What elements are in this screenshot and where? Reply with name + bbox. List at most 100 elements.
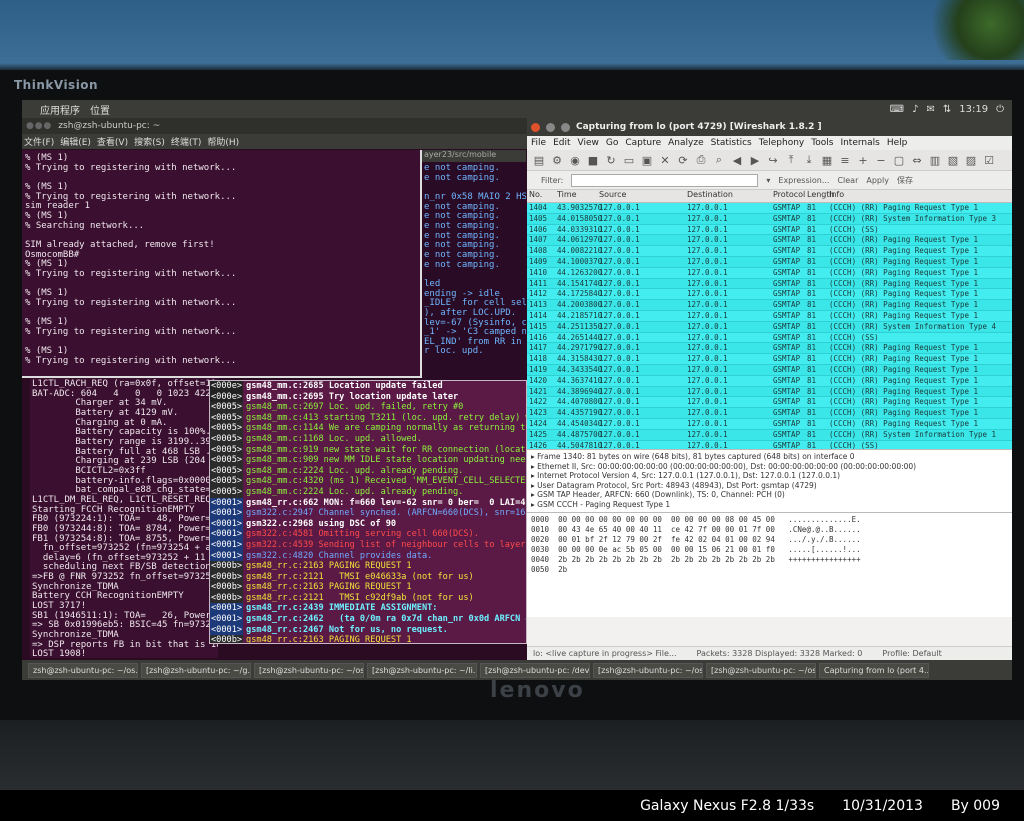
- packet-row[interactable]: 1409 44.1000370 127.0.0.1 127.0.0.1 GSMTAP 81…: [527, 257, 1012, 268]
- packet-row[interactable]: 1422 44.4070800 127.0.0.1 127.0.0.1 GSMTAP 81…: [527, 397, 1012, 409]
- taskbar-window-button[interactable]: [zsh@zsh-ubuntu-pc: /dev]: [480, 662, 590, 678]
- reload-icon[interactable]: ⟳: [677, 154, 689, 167]
- stop-capture-icon[interactable]: ■: [587, 154, 599, 167]
- volume-icon[interactable]: ♪: [912, 104, 918, 115]
- taskbar-window-button[interactable]: Capturing from lo (port 4...: [819, 662, 929, 678]
- network-icon[interactable]: ⇅: [943, 104, 951, 115]
- packet-row[interactable]: 1404 43.9032570 127.0.0.1 127.0.0.1 GSMTAP 81…: [527, 203, 1012, 214]
- terminal-pane-gsm-log[interactable]: <000e> gsm48_mm.c:2685 Location update fa…: [209, 380, 527, 644]
- terminal-pane-mobile-vty[interactable]: % (MS 1) % Trying to registering with ne…: [22, 150, 422, 378]
- first-packet-icon[interactable]: ⤒: [785, 153, 797, 167]
- print-icon[interactable]: ⎙: [695, 153, 707, 167]
- mail-icon[interactable]: ✉: [926, 104, 934, 115]
- forward-icon[interactable]: ▶: [749, 154, 761, 167]
- packet-row[interactable]: 1426 44.5047810 127.0.0.1 127.0.0.1 GSMTAP 81…: [527, 440, 1012, 449]
- wireshark-menu-item[interactable]: View: [578, 138, 599, 148]
- packet-row[interactable]: 1421 44.3896940 127.0.0.1 127.0.0.1 GSMTAP 81…: [527, 387, 1012, 398]
- terminal-pane-mobile-log[interactable]: ayer23/src/mobile e not camping. e not c…: [422, 150, 526, 390]
- coloring-rules-icon[interactable]: ▨: [965, 154, 977, 167]
- packet-row[interactable]: 1416 44.2651440 127.0.0.1 127.0.0.1 GSMTAP 81…: [527, 332, 1012, 344]
- detail-tree-item[interactable]: ▸ Ethernet II, Src: 00:00:00:00:00:00 (0…: [531, 462, 1008, 472]
- packet-row[interactable]: 1413 44.2003800 127.0.0.1 127.0.0.1 GSMTAP 81…: [527, 300, 1012, 311]
- window-controls-icon[interactable]: ● ● ●: [26, 121, 51, 131]
- packet-row[interactable]: 1418 44.3158430 127.0.0.1 127.0.0.1 GSMTAP 81…: [527, 354, 1012, 365]
- wireshark-menu-item[interactable]: Capture: [625, 138, 661, 148]
- packet-row[interactable]: 1423 44.4357190 127.0.0.1 127.0.0.1 GSMTAP 81…: [527, 408, 1012, 419]
- wireshark-menu-item[interactable]: Go: [606, 138, 618, 148]
- status-profile[interactable]: Profile: Default: [882, 649, 941, 658]
- save-filter-button[interactable]: 保存: [897, 175, 913, 186]
- detail-tree-item[interactable]: ▸ Internet Protocol Version 4, Src: 127.…: [531, 471, 1008, 481]
- start-capture-icon[interactable]: ◉: [569, 154, 581, 167]
- expression-button[interactable]: Expression...: [778, 176, 829, 185]
- column-destination[interactable]: Destination: [687, 190, 773, 202]
- wireshark-menu-item[interactable]: Telephony: [759, 138, 805, 148]
- resize-columns-icon[interactable]: ⇔: [911, 154, 923, 167]
- taskbar-window-button[interactable]: [zsh@zsh-ubuntu-pc: ~/os...: [254, 662, 364, 678]
- display-filters-icon[interactable]: ▧: [947, 154, 959, 167]
- terminal-pane-layer1[interactable]: L1CTL_RACH_REQ (ra=0x0f, offset=116 BAT-…: [30, 378, 218, 658]
- detail-tree-item[interactable]: ▸ GSM CCCH - Paging Request Type 1: [531, 500, 1008, 510]
- detail-tree-item[interactable]: ▸ GSM TAP Header, ARFCN: 660 (Downlink),…: [531, 490, 1008, 500]
- minimize-icon[interactable]: [546, 122, 555, 132]
- terminal-titlebar[interactable]: ● ● ● zsh@zsh-ubuntu-pc: ~: [22, 118, 527, 134]
- column-time[interactable]: Time: [557, 190, 599, 202]
- preferences-icon[interactable]: ☑: [983, 154, 995, 167]
- clock[interactable]: 13:19: [959, 104, 988, 115]
- wireshark-titlebar[interactable]: Capturing from lo (port 4729) [Wireshark…: [527, 118, 1012, 136]
- terminal-menu-item[interactable]: 编辑(E): [60, 135, 91, 148]
- last-packet-icon[interactable]: ⤓: [803, 153, 815, 167]
- normal-size-icon[interactable]: ▢: [893, 154, 905, 167]
- goto-icon[interactable]: ↪: [767, 154, 779, 167]
- packet-row[interactable]: 1407 44.0612970 127.0.0.1 127.0.0.1 GSMTAP 81…: [527, 235, 1012, 247]
- column-protocol[interactable]: Protocol: [773, 190, 807, 202]
- packet-list[interactable]: 1404 43.9032570 127.0.0.1 127.0.0.1 GSMTAP 81…: [527, 203, 1012, 449]
- terminal-menu-item[interactable]: 查看(V): [97, 135, 128, 148]
- packet-row[interactable]: 1412 44.1725840 127.0.0.1 127.0.0.1 GSMTAP 81…: [527, 289, 1012, 301]
- capture-filters-icon[interactable]: ▥: [929, 154, 941, 167]
- terminal-menu-item[interactable]: 搜索(S): [134, 135, 165, 148]
- options-icon[interactable]: ⚙: [551, 154, 563, 167]
- packet-row[interactable]: 1406 44.0339310 127.0.0.1 127.0.0.1 GSMTAP 81…: [527, 224, 1012, 236]
- packet-row[interactable]: 1405 44.0158050 127.0.0.1 127.0.0.1 GSMTAP 81…: [527, 214, 1012, 225]
- back-icon[interactable]: ◀: [731, 154, 743, 167]
- taskbar-window-button[interactable]: [zsh@zsh-ubuntu-pc: ~/li...: [367, 662, 477, 678]
- detail-tree-item[interactable]: ▸ User Datagram Protocol, Src Port: 4894…: [531, 481, 1008, 491]
- packet-bytes[interactable]: 0000 00 00 00 00 00 00 00 00 00 00 00 00…: [527, 513, 1012, 617]
- power-icon[interactable]: ⏻: [996, 104, 1004, 115]
- packet-row[interactable]: 1420 44.3637410 127.0.0.1 127.0.0.1 GSMTAP 81…: [527, 375, 1012, 387]
- zoom-out-icon[interactable]: −: [875, 154, 887, 167]
- taskbar-window-button[interactable]: [zsh@zsh-ubuntu-pc: ~/os...: [593, 662, 703, 678]
- close-file-icon[interactable]: ✕: [659, 154, 671, 167]
- restart-capture-icon[interactable]: ↻: [605, 154, 617, 167]
- maximize-icon[interactable]: [561, 122, 570, 132]
- packet-row[interactable]: 1419 44.3433540 127.0.0.1 127.0.0.1 GSMTAP 81…: [527, 365, 1012, 376]
- column-source[interactable]: Source: [599, 190, 687, 202]
- menu-places[interactable]: 位置: [90, 102, 110, 117]
- open-icon[interactable]: ▭: [623, 154, 635, 167]
- wireshark-menu-item[interactable]: Analyze: [668, 138, 703, 148]
- wireshark-menu-item[interactable]: Edit: [553, 138, 570, 148]
- terminal-menu-item[interactable]: 终端(T): [171, 135, 202, 148]
- taskbar-window-button[interactable]: zsh@zsh-ubuntu-pc: ~/os...: [28, 662, 138, 678]
- packet-row[interactable]: 1425 44.4875700 127.0.0.1 127.0.0.1 GSMTAP 81…: [527, 430, 1012, 441]
- keyboard-icon[interactable]: ⌨: [890, 104, 904, 115]
- colorize-icon[interactable]: ▦: [821, 154, 833, 167]
- wireshark-menu-item[interactable]: Help: [887, 138, 908, 148]
- clear-button[interactable]: Clear: [837, 176, 858, 185]
- wireshark-menu-item[interactable]: File: [531, 138, 546, 148]
- packet-row[interactable]: 1414 44.2185710 127.0.0.1 127.0.0.1 GSMTAP 81…: [527, 310, 1012, 322]
- detail-tree-item[interactable]: ▸ Frame 1340: 81 bytes on wire (648 bits…: [531, 452, 1008, 462]
- packet-row[interactable]: 1415 44.2511350 127.0.0.1 127.0.0.1 GSMTAP 81…: [527, 322, 1012, 333]
- wireshark-menu-item[interactable]: Tools: [811, 138, 833, 148]
- menu-applications[interactable]: 应用程序: [40, 102, 80, 117]
- terminal-menu-item[interactable]: 文件(F): [24, 135, 54, 148]
- autoscroll-icon[interactable]: ≡: [839, 154, 851, 167]
- filter-input[interactable]: [571, 173, 759, 187]
- filter-dropdown-icon[interactable]: ▾: [766, 176, 770, 185]
- packet-row[interactable]: 1408 44.0082210 127.0.0.1 127.0.0.1 GSMTAP 81…: [527, 246, 1012, 257]
- wireshark-menu-item[interactable]: Internals: [840, 138, 879, 148]
- taskbar-window-button[interactable]: [zsh@zsh-ubuntu-pc: ~/g...: [141, 662, 251, 678]
- column-no[interactable]: No.: [527, 190, 557, 202]
- packet-row[interactable]: 1410 44.1263200 127.0.0.1 127.0.0.1 GSMTAP 81…: [527, 267, 1012, 279]
